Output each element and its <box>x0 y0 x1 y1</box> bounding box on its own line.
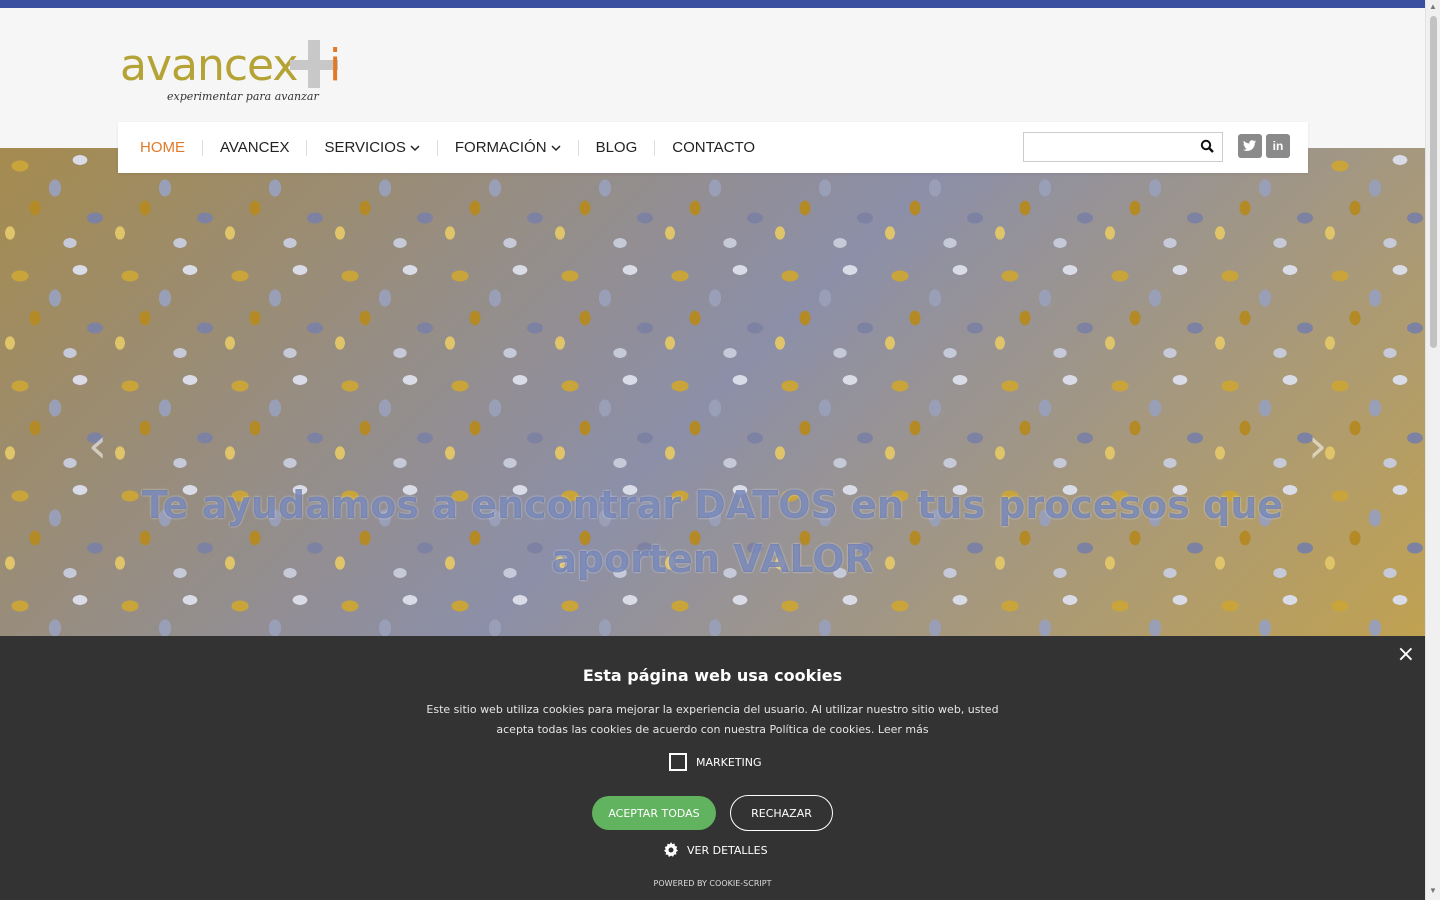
nav-item-label: SERVICIOS <box>324 139 406 156</box>
nav-item-formacion[interactable]: FORMACIÓN <box>455 139 561 156</box>
details-label: VER DETALLES <box>687 843 768 857</box>
cookie-banner: × Esta página web usa cookies Este sitio… <box>0 636 1425 900</box>
nav-item-blog[interactable]: BLOG <box>596 139 638 156</box>
nav-divider <box>436 139 438 156</box>
linkedin-icon: in <box>1272 139 1284 153</box>
twitter-icon <box>1243 140 1257 151</box>
nav-item-home[interactable]: HOME <box>140 139 185 156</box>
scroll-thumb[interactable] <box>1430 16 1437 348</box>
nav-item-avancex[interactable]: AVANCEX <box>220 139 289 156</box>
nav-divider <box>654 139 656 156</box>
top-accent-bar <box>0 0 1425 8</box>
chevron-right-icon[interactable]: › <box>1308 418 1327 474</box>
show-details-toggle[interactable]: VER DETALLES <box>663 842 768 858</box>
search-icon[interactable] <box>1200 139 1214 153</box>
logo-i-letter: i <box>329 40 342 91</box>
main-navbar: HOME AVANCEX SERVICIOS FORMACIÓN BLOG CO… <box>118 122 1308 173</box>
twitter-button[interactable] <box>1238 134 1262 158</box>
nav-divider <box>577 139 579 156</box>
site-logo[interactable]: avancex i experimentar para avanzar <box>120 38 350 108</box>
linkedin-button[interactable]: in <box>1266 134 1290 158</box>
nav-item-servicios[interactable]: SERVICIOS <box>324 139 420 156</box>
gear-icon <box>664 842 678 857</box>
scroll-down-arrow-icon[interactable]: ▼ <box>1429 886 1437 895</box>
search-box <box>1023 132 1223 162</box>
chevron-down-icon <box>551 144 561 151</box>
chevron-down-icon <box>410 144 420 151</box>
close-icon[interactable]: × <box>1397 642 1415 667</box>
accept-all-button[interactable]: ACEPTAR TODAS <box>592 796 716 830</box>
scroll-up-arrow-icon[interactable]: ▲ <box>1429 2 1437 11</box>
marketing-checkbox[interactable] <box>669 753 687 771</box>
chevron-left-icon[interactable]: ‹ <box>88 418 107 474</box>
cookie-text: Este sitio web utiliza cookies para mejo… <box>410 700 1015 740</box>
nav-item-contacto[interactable]: CONTACTO <box>672 139 755 156</box>
page-scrollbar[interactable]: ▲ ▼ <box>1425 0 1440 900</box>
marketing-checkbox-row[interactable]: MARKETING <box>669 753 762 771</box>
hero-slider: ‹ › Te ayudamos a encontrar DATOS en tus… <box>0 148 1425 648</box>
search-input[interactable] <box>1024 133 1194 161</box>
nav-divider <box>202 139 203 156</box>
hero-title: Te ayudamos a encontrar DATOS en tus pro… <box>141 483 1284 581</box>
read-more-link[interactable]: Leer más <box>878 723 929 736</box>
nav-divider <box>306 139 308 156</box>
nav-item-label: FORMACIÓN <box>454 139 547 156</box>
reject-button[interactable]: RECHAZAR <box>730 795 833 831</box>
powered-by-link[interactable]: POWERED BY COOKIE-SCRIPT <box>0 879 1425 888</box>
logo-tagline: experimentar para avanzar <box>167 90 319 103</box>
logo-wordmark: avancex <box>120 40 298 91</box>
cookie-title: Esta página web usa cookies <box>582 666 843 685</box>
marketing-label: MARKETING <box>696 755 762 769</box>
main-nav: HOME AVANCEX SERVICIOS FORMACIÓN BLOG CO… <box>140 122 755 173</box>
